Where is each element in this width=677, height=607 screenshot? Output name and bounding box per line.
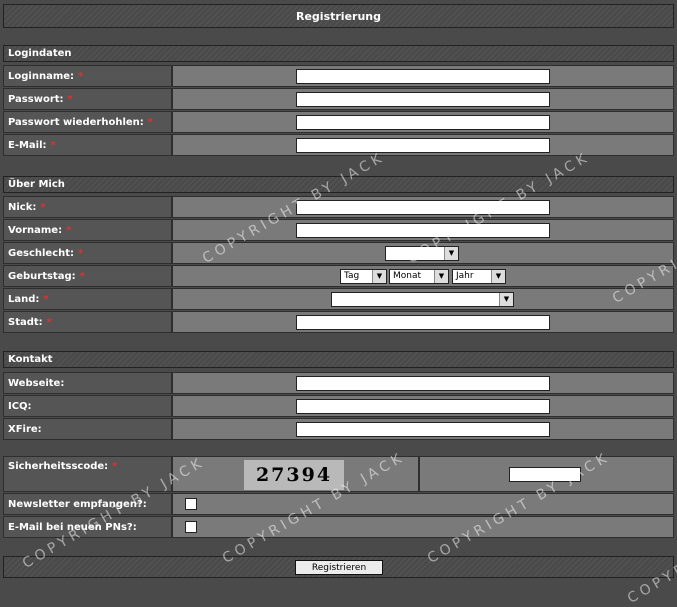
field-label: E-Mail bei neuen PNs?: bbox=[3, 516, 172, 538]
page-title: Registrierung bbox=[296, 9, 381, 23]
field-label: ICQ: bbox=[3, 395, 172, 417]
footer-bar: Registrieren bbox=[3, 556, 674, 578]
required-marker: * bbox=[40, 201, 46, 213]
section-header-kontakt: Kontakt bbox=[3, 351, 674, 368]
required-marker: * bbox=[78, 247, 84, 259]
password-input[interactable] bbox=[296, 92, 550, 107]
email-input[interactable] bbox=[296, 138, 550, 153]
row-loginname: Loginname: * bbox=[3, 65, 674, 88]
birthday-month-select[interactable]: Monat ▼ bbox=[389, 269, 449, 284]
loginname-input[interactable] bbox=[296, 69, 550, 84]
required-marker: * bbox=[43, 293, 49, 305]
select-value: Monat bbox=[393, 271, 422, 281]
select-value: Jahr bbox=[456, 271, 474, 281]
webseite-input[interactable] bbox=[296, 376, 550, 391]
row-icq: ICQ: bbox=[3, 395, 674, 418]
field-label: Geburtstag: * bbox=[3, 265, 172, 287]
chevron-down-icon: ▼ bbox=[491, 270, 505, 283]
field-label: Stadt: * bbox=[3, 311, 172, 333]
field-label: Webseite: bbox=[3, 372, 172, 394]
row-webseite: Webseite: bbox=[3, 372, 674, 395]
field-label: Passwort: * bbox=[3, 88, 172, 110]
field-label: Nick: * bbox=[3, 196, 172, 218]
captcha-image: 27394 bbox=[244, 460, 344, 490]
page-title-bar: Registrierung bbox=[3, 4, 674, 28]
field-label: Newsletter empfangen?: bbox=[3, 493, 172, 515]
chevron-down-icon: ▼ bbox=[499, 293, 513, 306]
required-marker: * bbox=[67, 93, 73, 105]
chevron-down-icon: ▼ bbox=[372, 270, 386, 283]
required-marker: * bbox=[79, 270, 85, 282]
row-newsletter: Newsletter empfangen?: bbox=[3, 493, 674, 516]
row-passwort: Passwort: * bbox=[3, 88, 674, 111]
newsletter-checkbox[interactable] bbox=[185, 498, 197, 510]
section-title: Logindaten bbox=[8, 48, 72, 59]
required-marker: * bbox=[50, 139, 56, 151]
field-label: Geschlecht: * bbox=[3, 242, 172, 264]
field-label: E-Mail: * bbox=[3, 134, 172, 156]
row-email-pn: E-Mail bei neuen PNs?: bbox=[3, 516, 674, 539]
field-label: Vorname: * bbox=[3, 219, 172, 241]
birthday-day-select[interactable]: Tag ▼ bbox=[340, 269, 387, 284]
row-geschlecht: Geschlecht: * ▼ bbox=[3, 242, 674, 265]
required-marker: * bbox=[147, 116, 154, 128]
captcha-input[interactable] bbox=[509, 467, 581, 482]
required-marker: * bbox=[46, 316, 52, 328]
stadt-input[interactable] bbox=[296, 315, 550, 330]
field-label: Loginname: * bbox=[3, 65, 172, 87]
password-repeat-input[interactable] bbox=[296, 115, 550, 130]
field-label: Passwort wiederhohlen: * bbox=[3, 111, 172, 133]
section-title: Über Mich bbox=[8, 179, 65, 190]
birthday-year-select[interactable]: Jahr ▼ bbox=[452, 269, 506, 284]
row-geburtstag: Geburtstag: * Tag ▼ Monat ▼ Jahr ▼ bbox=[3, 265, 674, 288]
chevron-down-icon: ▼ bbox=[434, 270, 448, 283]
row-email: E-Mail: * bbox=[3, 134, 674, 157]
field-label: Sicherheitsscode: * bbox=[3, 456, 172, 492]
chevron-down-icon: ▼ bbox=[444, 247, 458, 260]
required-marker: * bbox=[78, 70, 84, 82]
land-select[interactable]: ▼ bbox=[331, 292, 514, 307]
row-xfire: XFire: bbox=[3, 418, 674, 441]
row-sicherheitscode: Sicherheitsscode: * 27394 bbox=[3, 456, 674, 493]
row-stadt: Stadt: * bbox=[3, 311, 674, 334]
section-title: Kontakt bbox=[8, 354, 53, 365]
xfire-input[interactable] bbox=[296, 422, 550, 437]
row-nick: Nick: * bbox=[3, 196, 674, 219]
field-label: Land: * bbox=[3, 288, 172, 310]
required-marker: * bbox=[66, 224, 72, 236]
row-land: Land: * ▼ bbox=[3, 288, 674, 311]
vorname-input[interactable] bbox=[296, 223, 550, 238]
select-value: Tag bbox=[344, 271, 360, 281]
geschlecht-select[interactable]: ▼ bbox=[385, 246, 459, 261]
row-vorname: Vorname: * bbox=[3, 219, 674, 242]
email-pn-checkbox[interactable] bbox=[185, 521, 197, 533]
section-header-logindaten: Logindaten bbox=[3, 45, 674, 62]
field-label: XFire: bbox=[3, 418, 172, 440]
row-passwort-repeat: Passwort wiederhohlen: * bbox=[3, 111, 674, 134]
section-header-ueber-mich: Über Mich bbox=[3, 176, 674, 193]
nick-input[interactable] bbox=[296, 200, 550, 215]
icq-input[interactable] bbox=[296, 399, 550, 414]
required-marker: * bbox=[112, 461, 118, 472]
register-button[interactable]: Registrieren bbox=[295, 560, 383, 575]
